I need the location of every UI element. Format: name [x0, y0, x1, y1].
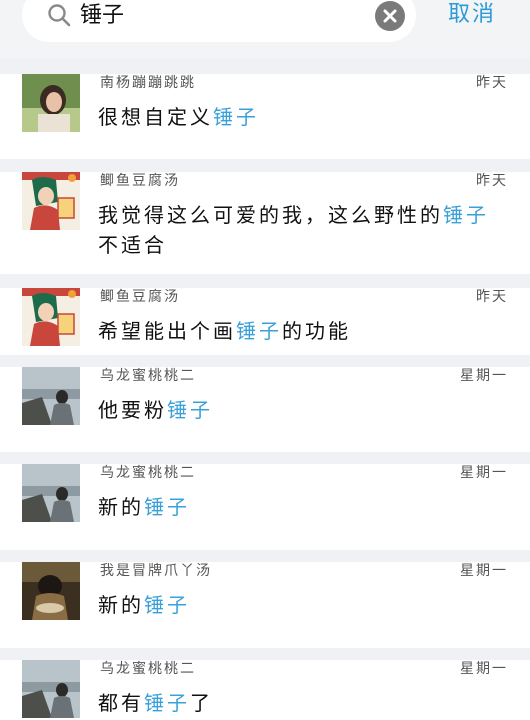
- list-item[interactable]: 乌龙蜜桃桃二 星期一 他要粉锤子: [0, 367, 530, 452]
- list-item[interactable]: 鲫鱼豆腐汤 昨天 希望能出个画锤子的功能: [0, 288, 530, 355]
- highlight-match: 锤子: [213, 105, 259, 129]
- message-time: 星期一: [460, 563, 508, 579]
- message-time: 星期一: [460, 661, 508, 677]
- search-icon: [48, 4, 71, 27]
- cartoon-woman-avatar: [22, 172, 80, 230]
- contact-name: 鲫鱼豆腐汤: [100, 289, 180, 305]
- seaside-person-avatar: [22, 464, 80, 522]
- seaside-person-avatar: [22, 367, 80, 425]
- search-box[interactable]: 锤子: [22, 0, 416, 42]
- contact-name: 南杨蹦蹦跳跳: [100, 75, 196, 91]
- highlight-match: 锤子: [167, 398, 213, 422]
- contact-name: 鲫鱼豆腐汤: [100, 173, 180, 189]
- highlight-match: 锤子: [236, 319, 282, 343]
- message-time: 星期一: [460, 465, 508, 481]
- message-time: 昨天: [476, 75, 508, 91]
- message-snippet: 很想自定义锤子: [98, 105, 259, 129]
- message-snippet: 他要粉锤子: [98, 398, 213, 422]
- highlight-match: 锤子: [144, 593, 190, 617]
- list-item[interactable]: 南杨蹦蹦跳跳 昨天 很想自定义锤子: [0, 74, 530, 159]
- contact-name: 乌龙蜜桃桃二: [100, 661, 196, 677]
- message-snippet: 新的锤子: [98, 593, 190, 617]
- highlight-match: 锤子: [144, 495, 190, 519]
- contact-name: 我是冒牌爪丫汤: [100, 563, 212, 579]
- message-snippet: 希望能出个画锤子的功能: [98, 319, 351, 343]
- message-snippet: 新的锤子: [98, 495, 190, 519]
- message-time: 昨天: [476, 173, 508, 189]
- cancel-button[interactable]: 取消: [448, 1, 496, 29]
- list-item[interactable]: 我是冒牌爪丫汤 星期一 新的锤子: [0, 562, 530, 648]
- highlight-match: 锤子: [144, 691, 190, 715]
- list-item[interactable]: 乌龙蜜桃桃二 星期一 都有锤子了: [0, 660, 530, 720]
- list-item[interactable]: 乌龙蜜桃桃二 星期一 新的锤子: [0, 464, 530, 550]
- search-input[interactable]: 锤子: [80, 2, 124, 30]
- seaside-person-avatar: [22, 660, 80, 718]
- contact-name: 乌龙蜜桃桃二: [100, 368, 196, 384]
- highlight-match: 锤子: [443, 203, 489, 227]
- person-photo-avatar: [22, 74, 80, 132]
- message-time: 昨天: [476, 289, 508, 305]
- message-snippet: 我觉得这么可爱的我，这么野性的锤子不适合: [98, 203, 489, 257]
- cartoon-woman-avatar: [22, 288, 80, 346]
- clear-search-button[interactable]: [375, 1, 405, 31]
- message-snippet: 都有锤子了: [98, 691, 213, 715]
- message-time: 星期一: [460, 368, 508, 384]
- search-header: 锤子 取消: [0, 0, 530, 58]
- close-icon: [383, 9, 397, 23]
- list-item[interactable]: 鲫鱼豆腐汤 昨天 我觉得这么可爱的我，这么野性的锤子不适合: [0, 172, 530, 274]
- person-eating-avatar: [22, 562, 80, 620]
- contact-name: 乌龙蜜桃桃二: [100, 465, 196, 481]
